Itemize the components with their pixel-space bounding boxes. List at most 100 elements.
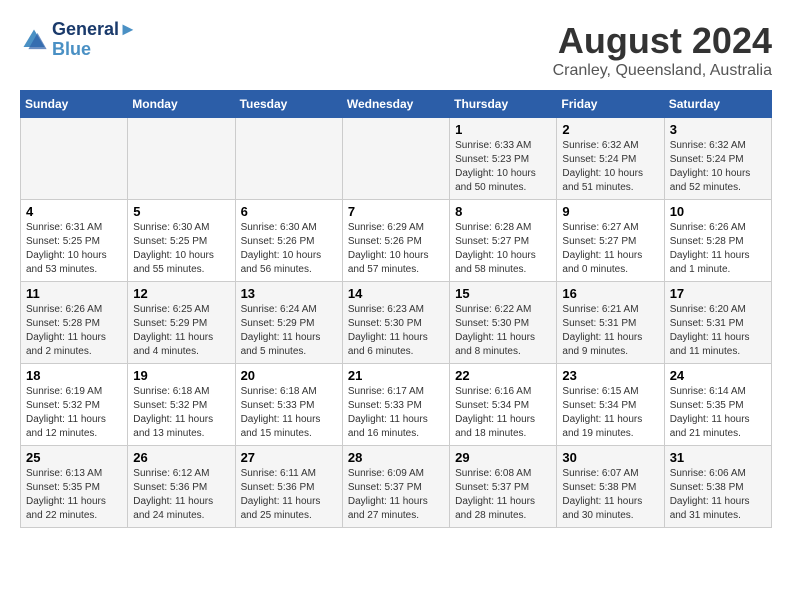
- calendar-cell: 24 Sunrise: 6:14 AMSunset: 5:35 PMDayligh…: [664, 364, 771, 446]
- column-header-sunday: Sunday: [21, 91, 128, 118]
- calendar-cell: 25Sunrise: 6:13 AMSunset: 5:35 PMDayligh…: [21, 446, 128, 528]
- cell-content: Sunrise: 6:32 AMSunset: 5:24 PMDaylight:…: [670, 139, 766, 195]
- cell-content: Sunrise: 6:15 AMSunset: 5:34 PMDaylight:…: [562, 385, 658, 441]
- calendar-cell: 19 Sunrise: 6:18 AMSunset: 5:32 PMDayligh…: [128, 364, 235, 446]
- cell-content: Sunrise: 6:14 AMSunset: 5:35 PMDaylight:…: [670, 385, 766, 441]
- day-number: 16: [562, 286, 658, 301]
- cell-content: Sunrise: 6:21 AMSunset: 5:31 PMDaylight:…: [562, 303, 658, 359]
- calendar-cell: [235, 118, 342, 200]
- cell-content: Sunrise: 6:07 AMSunset: 5:38 PMDaylight:…: [562, 467, 658, 523]
- calendar-cell: 30 Sunrise: 6:07 AMSunset: 5:38 PMDayligh…: [557, 446, 664, 528]
- day-number: 12: [133, 286, 229, 301]
- calendar-cell: 1 Sunrise: 6:33 AMSunset: 5:23 PMDaylight…: [450, 118, 557, 200]
- day-number: 1: [455, 122, 551, 137]
- calendar-table: SundayMondayTuesdayWednesdayThursdayFrid…: [20, 90, 772, 528]
- day-number: 18: [26, 368, 122, 383]
- cell-content: Sunrise: 6:32 AMSunset: 5:24 PMDaylight:…: [562, 139, 658, 195]
- calendar-cell: 20 Sunrise: 6:18 AMSunset: 5:33 PMDayligh…: [235, 364, 342, 446]
- logo: General► Blue: [20, 20, 137, 60]
- day-number: 8: [455, 204, 551, 219]
- day-number: 19: [133, 368, 229, 383]
- day-number: 27: [241, 450, 337, 465]
- cell-content: Sunrise: 6:33 AMSunset: 5:23 PMDaylight:…: [455, 139, 551, 195]
- cell-content: Sunrise: 6:18 AMSunset: 5:32 PMDaylight:…: [133, 385, 229, 441]
- day-number: 6: [241, 204, 337, 219]
- calendar-cell: 6 Sunrise: 6:30 AMSunset: 5:26 PMDaylight…: [235, 200, 342, 282]
- calendar-cell: 14Sunrise: 6:23 AMSunset: 5:30 PMDayligh…: [342, 282, 449, 364]
- cell-content: Sunrise: 6:20 AMSunset: 5:31 PMDaylight:…: [670, 303, 766, 359]
- header-row: SundayMondayTuesdayWednesdayThursdayFrid…: [21, 91, 772, 118]
- day-number: 15: [455, 286, 551, 301]
- calendar-cell: 17 Sunrise: 6:20 AMSunset: 5:31 PMDayligh…: [664, 282, 771, 364]
- day-number: 13: [241, 286, 337, 301]
- subtitle: Cranley, Queensland, Australia: [553, 62, 772, 80]
- calendar-cell: 9Sunrise: 6:27 AMSunset: 5:27 PMDaylight…: [557, 200, 664, 282]
- cell-content: Sunrise: 6:11 AMSunset: 5:36 PMDaylight:…: [241, 467, 337, 523]
- day-number: 30: [562, 450, 658, 465]
- day-number: 23: [562, 368, 658, 383]
- column-header-monday: Monday: [128, 91, 235, 118]
- column-header-tuesday: Tuesday: [235, 91, 342, 118]
- day-number: 21: [348, 368, 444, 383]
- day-number: 29: [455, 450, 551, 465]
- week-row-2: 4 Sunrise: 6:31 AMSunset: 5:25 PMDaylight…: [21, 200, 772, 282]
- day-number: 5: [133, 204, 229, 219]
- cell-content: Sunrise: 6:26 AMSunset: 5:28 PMDaylight:…: [26, 303, 122, 359]
- calendar-cell: 13Sunrise: 6:24 AMSunset: 5:29 PMDayligh…: [235, 282, 342, 364]
- calendar-cell: 23 Sunrise: 6:15 AMSunset: 5:34 PMDayligh…: [557, 364, 664, 446]
- day-number: 26: [133, 450, 229, 465]
- column-header-wednesday: Wednesday: [342, 91, 449, 118]
- day-number: 28: [348, 450, 444, 465]
- week-row-3: 11Sunrise: 6:26 AMSunset: 5:28 PMDayligh…: [21, 282, 772, 364]
- cell-content: Sunrise: 6:28 AMSunset: 5:27 PMDaylight:…: [455, 221, 551, 277]
- calendar-cell: 10Sunrise: 6:26 AMSunset: 5:28 PMDayligh…: [664, 200, 771, 282]
- calendar-cell: 7 Sunrise: 6:29 AMSunset: 5:26 PMDaylight…: [342, 200, 449, 282]
- day-number: 17: [670, 286, 766, 301]
- cell-content: Sunrise: 6:13 AMSunset: 5:35 PMDaylight:…: [26, 467, 122, 523]
- cell-content: Sunrise: 6:23 AMSunset: 5:30 PMDaylight:…: [348, 303, 444, 359]
- calendar-cell: 31 Sunrise: 6:06 AMSunset: 5:38 PMDayligh…: [664, 446, 771, 528]
- calendar-cell: 16 Sunrise: 6:21 AMSunset: 5:31 PMDayligh…: [557, 282, 664, 364]
- logo-text: General► Blue: [52, 20, 137, 60]
- cell-content: Sunrise: 6:12 AMSunset: 5:36 PMDaylight:…: [133, 467, 229, 523]
- calendar-cell: 21 Sunrise: 6:17 AMSunset: 5:33 PMDayligh…: [342, 364, 449, 446]
- logo-icon: [20, 26, 48, 54]
- calendar-cell: [128, 118, 235, 200]
- week-row-1: 1 Sunrise: 6:33 AMSunset: 5:23 PMDaylight…: [21, 118, 772, 200]
- day-number: 7: [348, 204, 444, 219]
- cell-content: Sunrise: 6:31 AMSunset: 5:25 PMDaylight:…: [26, 221, 122, 277]
- calendar-cell: 8 Sunrise: 6:28 AMSunset: 5:27 PMDaylight…: [450, 200, 557, 282]
- calendar-cell: 29 Sunrise: 6:08 AMSunset: 5:37 PMDayligh…: [450, 446, 557, 528]
- column-header-friday: Friday: [557, 91, 664, 118]
- cell-content: Sunrise: 6:08 AMSunset: 5:37 PMDaylight:…: [455, 467, 551, 523]
- day-number: 2: [562, 122, 658, 137]
- calendar-cell: 4 Sunrise: 6:31 AMSunset: 5:25 PMDaylight…: [21, 200, 128, 282]
- day-number: 4: [26, 204, 122, 219]
- calendar-cell: 15Sunrise: 6:22 AMSunset: 5:30 PMDayligh…: [450, 282, 557, 364]
- day-number: 24: [670, 368, 766, 383]
- day-number: 20: [241, 368, 337, 383]
- cell-content: Sunrise: 6:16 AMSunset: 5:34 PMDaylight:…: [455, 385, 551, 441]
- calendar-cell: 27 Sunrise: 6:11 AMSunset: 5:36 PMDayligh…: [235, 446, 342, 528]
- calendar-cell: 28Sunrise: 6:09 AMSunset: 5:37 PMDayligh…: [342, 446, 449, 528]
- day-number: 3: [670, 122, 766, 137]
- calendar-cell: 18 Sunrise: 6:19 AMSunset: 5:32 PMDayligh…: [21, 364, 128, 446]
- day-number: 22: [455, 368, 551, 383]
- column-header-saturday: Saturday: [664, 91, 771, 118]
- week-row-5: 25Sunrise: 6:13 AMSunset: 5:35 PMDayligh…: [21, 446, 772, 528]
- calendar-cell: 26 Sunrise: 6:12 AMSunset: 5:36 PMDayligh…: [128, 446, 235, 528]
- main-title: August 2024: [553, 20, 772, 62]
- cell-content: Sunrise: 6:30 AMSunset: 5:25 PMDaylight:…: [133, 221, 229, 277]
- calendar-cell: 22 Sunrise: 6:16 AMSunset: 5:34 PMDayligh…: [450, 364, 557, 446]
- cell-content: Sunrise: 6:29 AMSunset: 5:26 PMDaylight:…: [348, 221, 444, 277]
- cell-content: Sunrise: 6:18 AMSunset: 5:33 PMDaylight:…: [241, 385, 337, 441]
- cell-content: Sunrise: 6:17 AMSunset: 5:33 PMDaylight:…: [348, 385, 444, 441]
- header: General► Blue August 2024 Cranley, Queen…: [20, 20, 772, 80]
- calendar-cell: 2 Sunrise: 6:32 AMSunset: 5:24 PMDaylight…: [557, 118, 664, 200]
- cell-content: Sunrise: 6:06 AMSunset: 5:38 PMDaylight:…: [670, 467, 766, 523]
- calendar-cell: 5 Sunrise: 6:30 AMSunset: 5:25 PMDaylight…: [128, 200, 235, 282]
- calendar-cell: 12Sunrise: 6:25 AMSunset: 5:29 PMDayligh…: [128, 282, 235, 364]
- cell-content: Sunrise: 6:30 AMSunset: 5:26 PMDaylight:…: [241, 221, 337, 277]
- day-number: 31: [670, 450, 766, 465]
- cell-content: Sunrise: 6:19 AMSunset: 5:32 PMDaylight:…: [26, 385, 122, 441]
